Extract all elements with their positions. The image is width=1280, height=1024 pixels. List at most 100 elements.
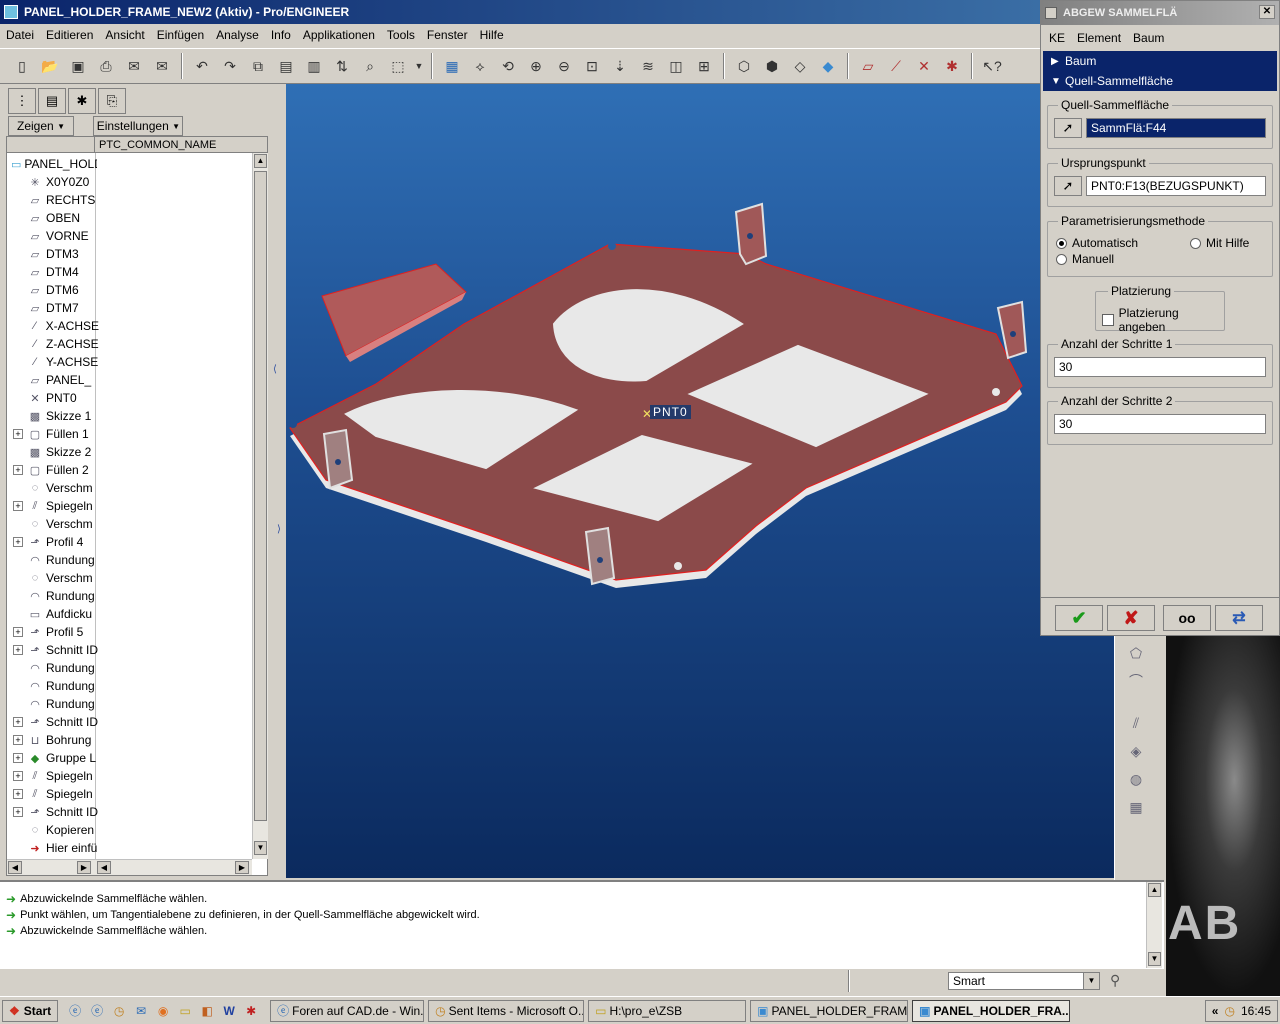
menu-tools[interactable]: Tools — [387, 28, 415, 42]
select-box-icon[interactable]: ⬚ — [386, 54, 410, 78]
menu-einfuegen[interactable]: Einfügen — [157, 28, 204, 42]
expand-icon[interactable]: + — [13, 807, 23, 817]
tree-item[interactable]: ⁄ Z-ACHSE — [13, 335, 99, 353]
app-icon[interactable]: ◧ — [198, 1002, 216, 1020]
tree-item[interactable]: ▩ Skizze 2 — [13, 443, 99, 461]
close-icon[interactable]: ✕ — [1259, 5, 1275, 19]
radio-automatisch[interactable]: Automatisch — [1056, 236, 1138, 250]
expand-icon[interactable]: + — [13, 771, 23, 781]
menu-fenster[interactable]: Fenster — [427, 28, 468, 42]
panel-sash[interactable]: ⟨ ⟩ — [272, 84, 286, 878]
tree-item[interactable]: ▱ DTM4 — [13, 263, 99, 281]
start-button[interactable]: ❖ Start — [2, 999, 59, 1022]
tree-item[interactable]: + ⬏ Schnitt ID — [13, 641, 99, 659]
select-arrow-icon[interactable]: ➚ — [1054, 176, 1082, 196]
shaded-icon[interactable]: ◆ — [816, 54, 840, 78]
expand-icon[interactable]: + — [13, 735, 23, 745]
menu-editieren[interactable]: Editieren — [46, 28, 93, 42]
email-attach-icon[interactable]: ✉ — [150, 54, 174, 78]
dialog-menu-element[interactable]: Element — [1077, 31, 1121, 45]
expand-icon[interactable]: + — [13, 465, 23, 475]
expand-arrow-icon[interactable]: ⟩ — [277, 524, 281, 535]
tree-item[interactable]: ▱ DTM7 — [13, 299, 99, 317]
tree-item[interactable]: + ⬏ Schnitt ID — [13, 713, 99, 731]
zoom-fit-icon[interactable]: ⊡ — [580, 54, 604, 78]
no-hidden-icon[interactable]: ◇ — [788, 54, 812, 78]
zoom-in-icon[interactable]: ⊕ — [524, 54, 548, 78]
save-icon[interactable]: ▣ — [66, 54, 90, 78]
nav-item-baum[interactable]: ▶ Baum — [1043, 51, 1096, 71]
tree-column-header[interactable]: PTC_COMMON_NAME — [95, 137, 216, 152]
find-icon[interactable]: ⌕ — [358, 54, 382, 78]
expand-icon[interactable]: + — [13, 537, 23, 547]
outlook-icon[interactable]: ✉ — [132, 1002, 150, 1020]
expand-icon[interactable]: + — [13, 501, 23, 511]
ie-icon[interactable]: ⓔ — [66, 1002, 84, 1020]
tree-item[interactable]: ▱ VORNE — [13, 227, 99, 245]
clock-app-icon[interactable]: ◷ — [110, 1002, 128, 1020]
model-tree-tab-icon[interactable]: ⋮ — [8, 88, 36, 114]
tree-item[interactable]: ◌ Kopieren — [13, 821, 99, 839]
show-dropdown[interactable]: Zeigen ▼ — [8, 116, 74, 136]
email-icon[interactable]: ✉ — [122, 54, 146, 78]
tray-expand-icon[interactable]: « — [1212, 1004, 1219, 1018]
favorites-tab-icon[interactable]: ✱ — [68, 88, 96, 114]
tree-item[interactable]: ▭ PANEL_HOLD — [11, 155, 97, 173]
pattern-tool-icon[interactable]: ▦ — [1123, 796, 1149, 818]
menu-datei[interactable]: Datei — [6, 28, 34, 42]
tree-item[interactable]: + ⬏ Profil 5 — [13, 623, 99, 641]
tree-item[interactable]: ◠ Rundung — [13, 551, 99, 569]
tree-item[interactable]: + ⫽ Spiegeln — [13, 767, 99, 785]
datum-points-icon[interactable]: ✕ — [912, 54, 936, 78]
copy-icon[interactable]: ⧉ — [246, 54, 270, 78]
tree-item[interactable]: ◌ Verschm — [13, 515, 99, 533]
collapse-arrow-icon[interactable]: ⟨ — [273, 364, 277, 375]
flatten-quilt-icon[interactable]: ⬠ — [1123, 642, 1149, 664]
wireframe-icon[interactable]: ⬡ — [732, 54, 756, 78]
tree-item[interactable]: + ⬏ Schnitt ID — [13, 803, 99, 821]
tree-item[interactable]: ▭ Aufdicku — [13, 605, 99, 623]
scroll-right-icon[interactable]: ▶ — [235, 861, 249, 874]
view-manager-2-icon[interactable]: ⊞ — [692, 54, 716, 78]
source-quilt-field[interactable]: SammFlä:F44 — [1086, 118, 1266, 138]
scroll-down-icon[interactable]: ▼ — [254, 841, 267, 855]
menu-applikationen[interactable]: Applikationen — [303, 28, 375, 42]
acrobat-icon[interactable]: ✱ — [242, 1002, 260, 1020]
datum-planes-icon[interactable]: ▱ — [856, 54, 880, 78]
boundary-icon[interactable]: ⌒ — [1123, 670, 1149, 692]
placement-checkbox[interactable]: Platzierung angeben — [1102, 306, 1224, 334]
connections-tab-icon[interactable]: ⎘ — [98, 88, 126, 114]
explorer-icon[interactable]: ▭ — [176, 1002, 194, 1020]
cancel-x-icon[interactable]: ✘ — [1107, 605, 1155, 631]
taskbar-item-active[interactable]: ▣ PANEL_HOLDER_FRA... — [912, 999, 1071, 1022]
mirror-tool-icon[interactable]: ⫽ — [1123, 712, 1149, 734]
tree-item[interactable]: ◠ Rundung — [13, 677, 99, 695]
menu-ansicht[interactable]: Ansicht — [105, 28, 144, 42]
scroll-down-icon[interactable]: ▼ — [1148, 952, 1161, 966]
tree-item[interactable]: + ◆ Gruppe L — [13, 749, 99, 767]
message-scrollbar[interactable]: ▲ ▼ — [1146, 882, 1162, 968]
repaint-icon[interactable]: ▦ — [440, 54, 464, 78]
scroll-left-icon[interactable]: ◀ — [97, 861, 111, 874]
view-manager-icon[interactable]: ◫ — [664, 54, 688, 78]
tree-item[interactable]: + ⫽ Spiegeln — [13, 497, 99, 515]
tree-item[interactable]: ◠ Rundung — [13, 695, 99, 713]
layers-icon[interactable]: ≋ — [636, 54, 660, 78]
origin-point-field[interactable]: PNT0:F13(BEZUGSPUNKT) — [1086, 176, 1266, 196]
tree-horizontal-scrollbar[interactable]: ◀ ▶ ◀ ▶ — [7, 859, 252, 875]
expand-icon[interactable]: + — [13, 429, 23, 439]
open-icon[interactable]: 📂 — [38, 54, 62, 78]
redo-icon[interactable]: ↷ — [218, 54, 242, 78]
tree-item[interactable]: ▱ OBEN — [13, 209, 99, 227]
tree-item[interactable]: ◌ Verschm — [13, 569, 99, 587]
graphics-viewport[interactable]: ✕ PNT0 — [286, 84, 1114, 878]
menu-analyse[interactable]: Analyse — [216, 28, 259, 42]
chevron-down-icon[interactable]: ▼ — [1083, 973, 1099, 989]
tray-clock-icon[interactable]: ◷ — [1224, 1004, 1234, 1018]
undo-icon[interactable]: ↶ — [190, 54, 214, 78]
spin-center-icon[interactable]: ⟡ — [468, 54, 492, 78]
csys-icon[interactable]: ✱ — [940, 54, 964, 78]
scroll-thumb[interactable] — [254, 171, 267, 821]
tree-name-column-header[interactable] — [7, 137, 95, 152]
tree-item[interactable]: ▱ RECHTS — [13, 191, 99, 209]
